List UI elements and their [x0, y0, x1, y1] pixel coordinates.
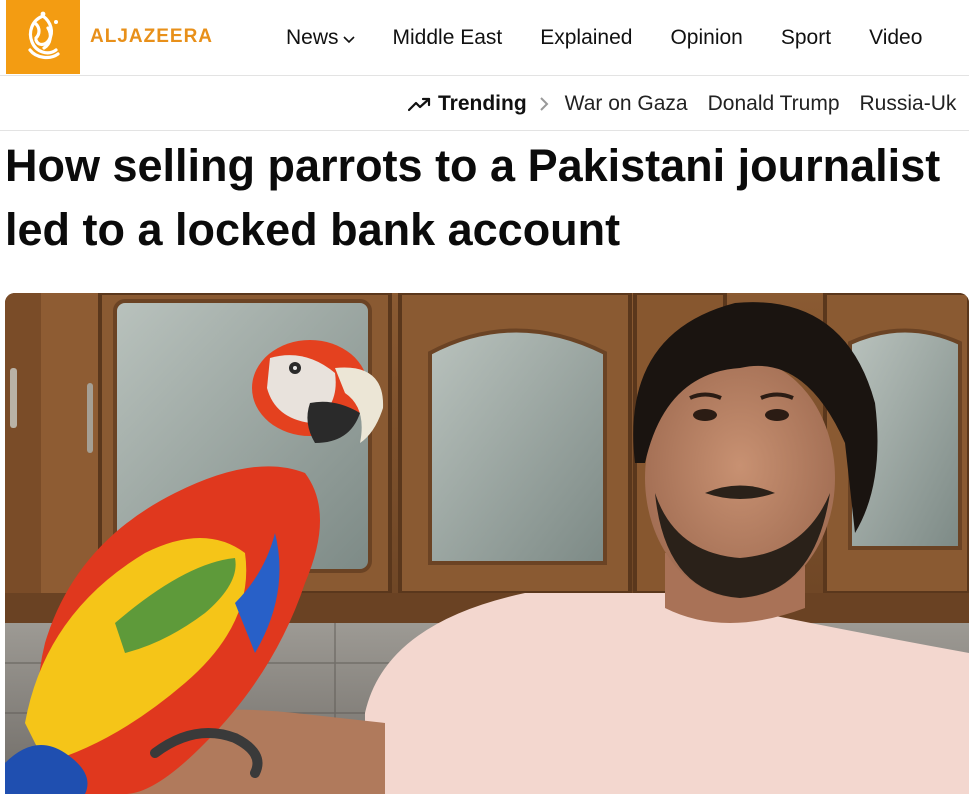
nav-item-video[interactable]: Video	[869, 26, 922, 50]
aljazeera-logo[interactable]	[6, 0, 80, 74]
trending-topic-war-on-gaza[interactable]: War on Gaza	[565, 92, 688, 116]
nav-item-label: News	[286, 26, 339, 49]
nav-item-label: Explained	[540, 26, 633, 49]
brand-wordmark[interactable]: ALJAZEERA	[90, 26, 213, 48]
trending-topic-russia-ukraine[interactable]: Russia-Uk	[860, 92, 957, 116]
nav-item-opinion[interactable]: Opinion	[670, 26, 742, 50]
nav-item-label: Video	[869, 26, 923, 49]
nav-item-news[interactable]: News	[286, 26, 355, 50]
site-header: ALJAZEERA News Middle East Explained Opi…	[0, 0, 969, 76]
nav-item-explained[interactable]: Explained	[540, 26, 632, 50]
article-headline: How selling parrots to a Pakistani journ…	[5, 140, 941, 255]
nav-item-label: Sport	[780, 26, 832, 49]
chevron-down-icon	[342, 36, 355, 44]
trending-list: Trending War on Gaza Donald Trump Russia…	[408, 77, 969, 131]
nav-item-label: Middle East	[392, 26, 503, 49]
nav-item-middle-east[interactable]: Middle East	[393, 26, 503, 50]
trending-topic-donald-trump[interactable]: Donald Trump	[708, 92, 840, 116]
hero-photo-illustration	[5, 293, 969, 794]
chevron-right-icon	[539, 97, 549, 111]
trending-label: Trending	[438, 92, 527, 115]
trending-bar: Trending War on Gaza Donald Trump Russia…	[0, 77, 969, 131]
main-nav: News Middle East Explained Opinion Sport…	[286, 0, 960, 76]
nav-item-label: Opinion	[670, 26, 743, 49]
trending-up-icon	[408, 97, 431, 112]
nav-item-sport[interactable]: Sport	[781, 26, 831, 50]
hero-image	[5, 293, 969, 794]
aljazeera-logo-icon	[28, 11, 60, 60]
